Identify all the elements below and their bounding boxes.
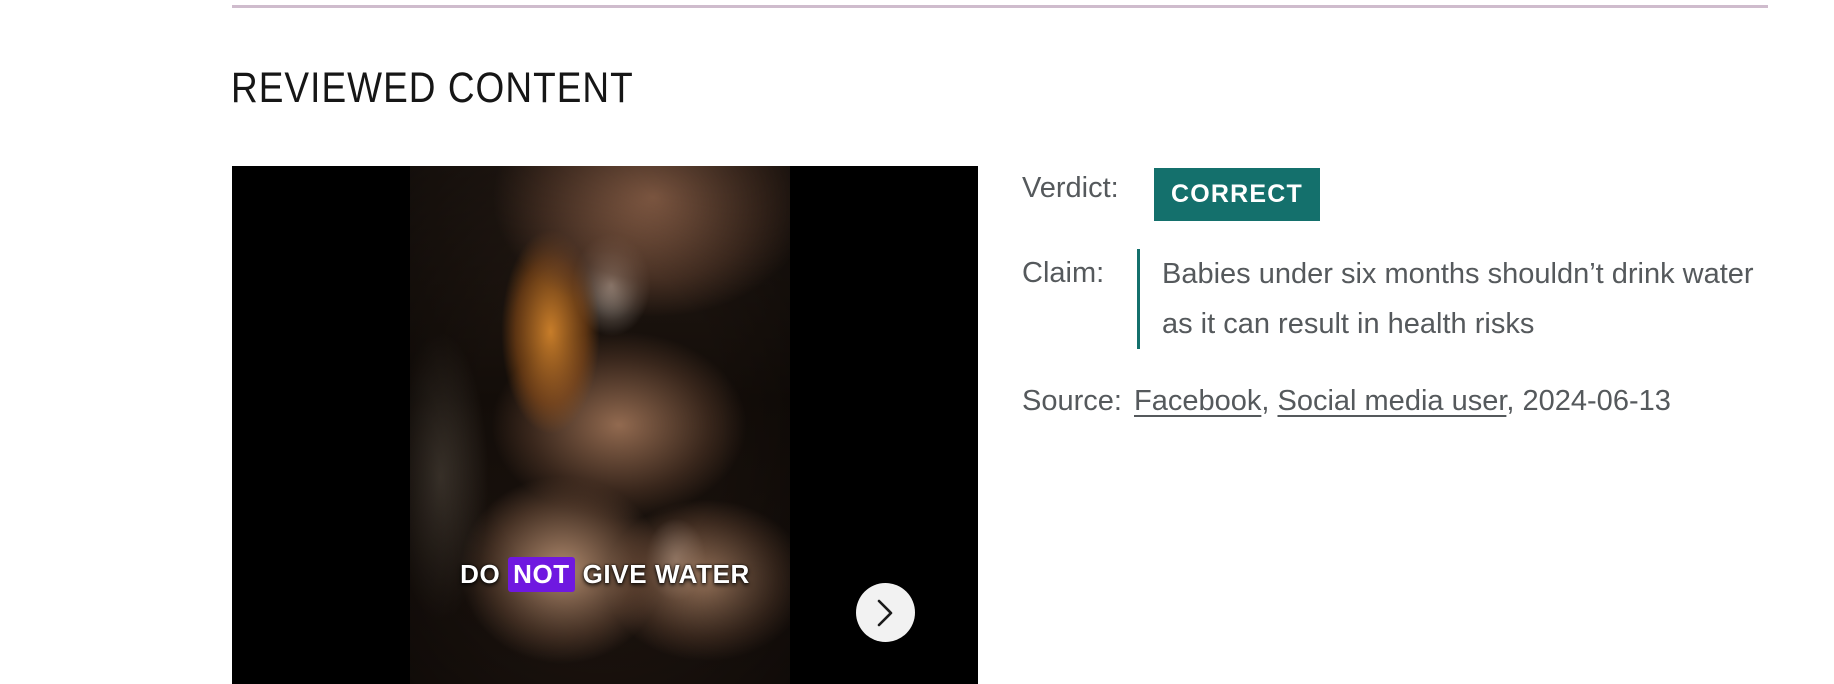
- claim-row: Claim: Babies under six months shouldn’t…: [1022, 249, 1782, 349]
- claim-label: Claim:: [1022, 257, 1105, 289]
- claim-text: Babies under six months shouldn’t drink …: [1162, 258, 1754, 340]
- chevron-right-icon: [875, 598, 897, 628]
- source-row: Source: Facebook, Social media user, 202…: [1022, 381, 1782, 421]
- video-frame: [410, 166, 790, 684]
- verdict-row: Verdict: CORRECT: [1022, 168, 1782, 221]
- verdict-label: Verdict:: [1022, 172, 1119, 204]
- source-author-link[interactable]: Social media user: [1277, 385, 1506, 417]
- next-slide-button[interactable]: [856, 583, 915, 642]
- source-label: Source:: [1022, 385, 1122, 417]
- source-platform-link[interactable]: Facebook: [1134, 385, 1261, 417]
- page-title: REVIEWED CONTENT: [231, 64, 634, 112]
- source-values: Facebook, Social media user, 2024-06-13: [1134, 381, 1671, 421]
- source-date: 2024-06-13: [1522, 385, 1671, 417]
- section-divider: [232, 5, 1768, 8]
- video-player[interactable]: DO NOT GIVE WATER 27.2K: [232, 166, 978, 684]
- source-separator-1: ,: [1261, 385, 1278, 417]
- claim-accent-rule: [1137, 249, 1140, 349]
- status-badge: CORRECT: [1154, 168, 1321, 221]
- video-vignette: [410, 166, 790, 684]
- claim-details: Verdict: CORRECT Claim: Babies under six…: [1022, 166, 1782, 421]
- source-separator-2: ,: [1506, 385, 1523, 417]
- reviewed-content-page: REVIEWED CONTENT DO NOT GIVE WATER Verdi…: [0, 0, 1834, 684]
